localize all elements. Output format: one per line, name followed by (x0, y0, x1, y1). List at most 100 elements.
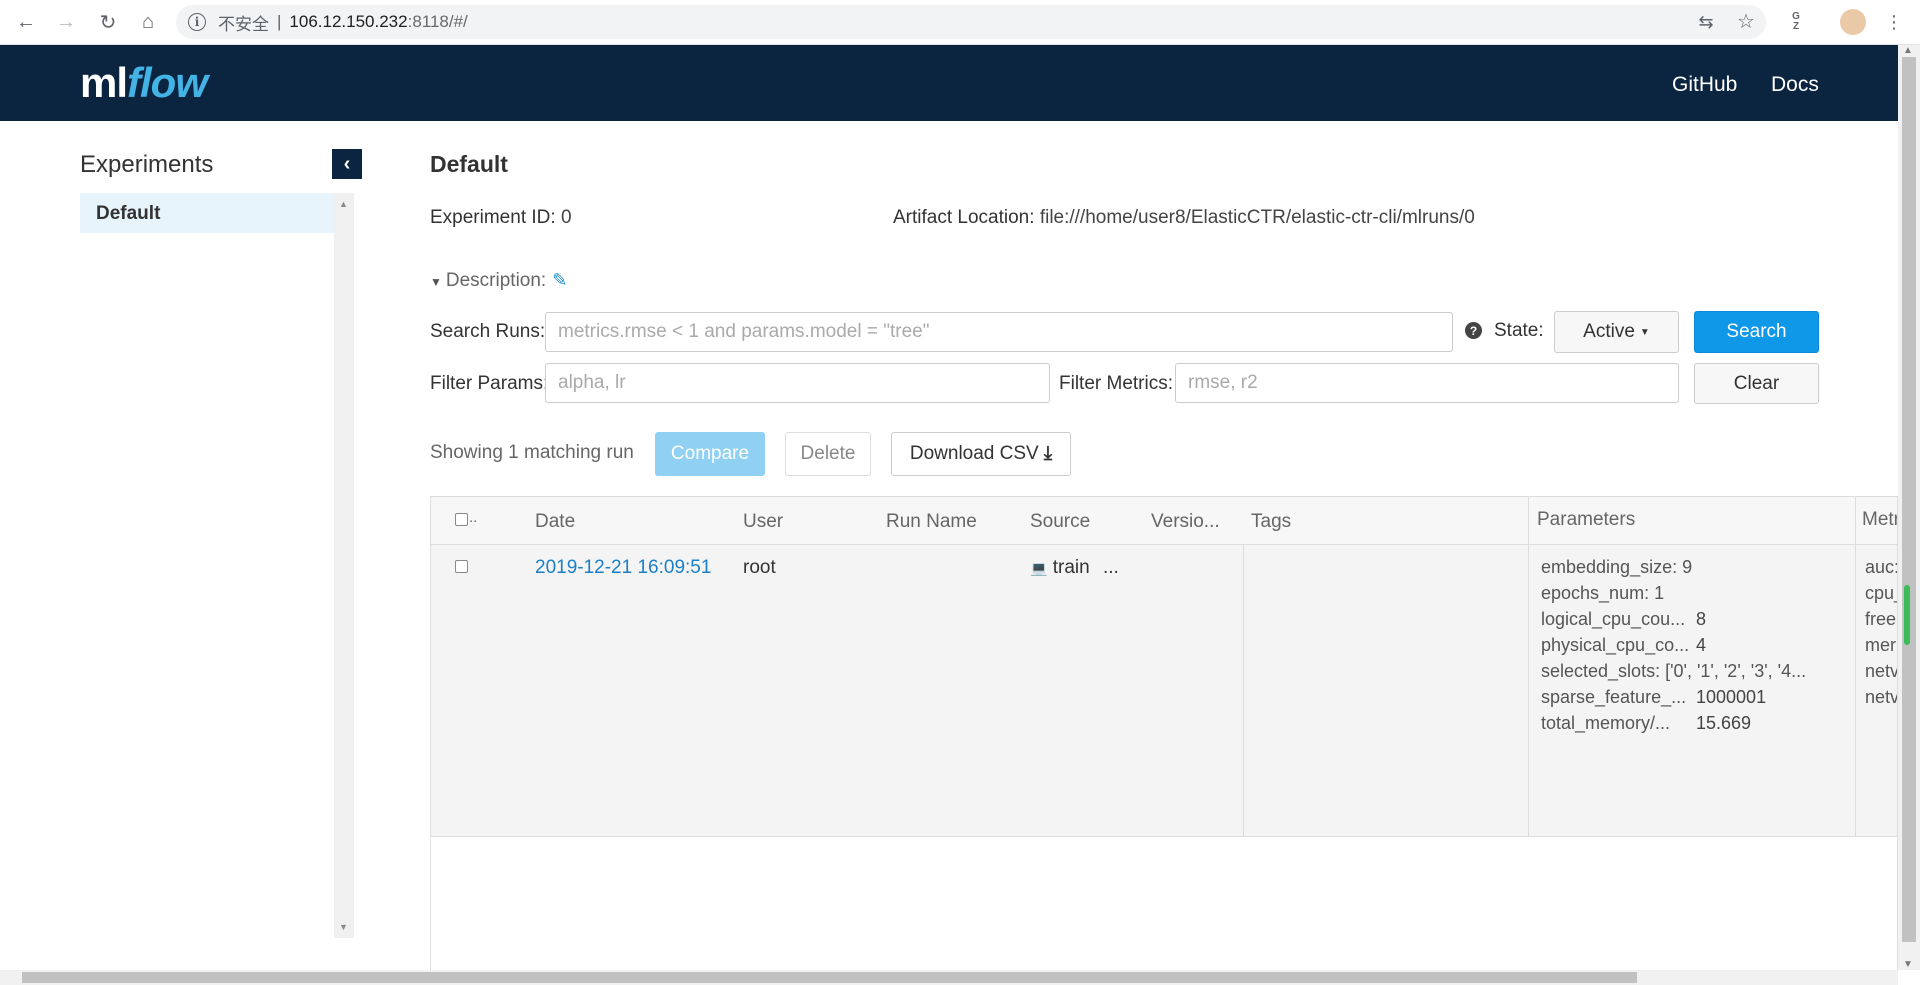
artifact-location-label: Artifact Location: (893, 207, 1035, 228)
param-row: physical_cpu_co... 4 (1541, 632, 1806, 658)
description-toggle[interactable]: ▼ Description: ✎ (430, 270, 567, 292)
state-dropdown[interactable]: Active ▼ (1554, 311, 1679, 353)
mlflow-logo[interactable]: mlflow (80, 59, 208, 107)
param-key: physical_cpu_co... (1541, 635, 1690, 655)
delete-button[interactable]: Delete (785, 432, 871, 476)
run-source[interactable]: 💻 train ... (1030, 557, 1119, 579)
github-link[interactable]: GitHub (1672, 73, 1737, 97)
horizontal-scroll-thumb[interactable] (22, 972, 1637, 983)
run-source-more: ... (1102, 557, 1119, 578)
param-key: total_memory/... (1541, 713, 1671, 733)
star-icon[interactable]: ☆ (1734, 9, 1758, 33)
header-divider (1528, 497, 1529, 545)
collapse-sidebar-button[interactable]: ‹ (332, 149, 362, 179)
gitzip-extension-icon[interactable]: GZ (1784, 10, 1808, 34)
param-value: 1000001 (1696, 687, 1767, 707)
metric-row: cpu_ (1865, 583, 1897, 603)
search-runs-input[interactable]: metrics.rmse < 1 and params.model = "tre… (545, 312, 1453, 352)
select-header-label: .. (469, 509, 478, 526)
menu-dots-icon[interactable]: ⋮ (1882, 10, 1906, 34)
header-tags: Tags (1251, 511, 1292, 532)
search-button[interactable]: Search (1694, 311, 1819, 353)
column-divider (1528, 545, 1529, 837)
run-date-link[interactable]: 2019-12-21 16:09:51 (535, 557, 711, 579)
experiment-id: Experiment ID: 0 (430, 207, 572, 229)
download-icon: ⤓ (1043, 443, 1053, 464)
forward-icon[interactable]: → (54, 10, 78, 34)
caret-down-icon: ▼ (1639, 326, 1650, 338)
experiment-title: Default (430, 151, 508, 177)
header-metrics: Metri (1862, 509, 1897, 530)
scroll-up-arrow-icon[interactable]: ▲ (1903, 45, 1913, 56)
param-value: 4 (1696, 635, 1707, 655)
vertical-scroll-thumb[interactable] (1902, 57, 1916, 942)
profile-avatar-icon[interactable] (1840, 9, 1866, 35)
filter-params-input[interactable]: alpha, lr (545, 363, 1050, 403)
filter-params-label: Filter Params: (430, 373, 549, 394)
state-label: State: (1494, 320, 1544, 341)
param-row: epochs_num: 1 (1541, 580, 1806, 606)
experiment-id-label: Experiment ID: (430, 207, 556, 228)
docs-link[interactable]: Docs (1771, 73, 1819, 97)
param-value: 8 (1696, 609, 1707, 629)
description-label: Description: (445, 270, 547, 291)
row-select-checkbox[interactable] (455, 560, 468, 573)
scroll-up-arrow-icon[interactable]: ▲ (339, 199, 348, 209)
run-metrics: auc: cpu_ free mer netv netv (1865, 554, 1898, 710)
artifact-location: Artifact Location: file:///home/user8/El… (893, 207, 1475, 229)
browser-toolbar: ← → ↻ ⌂ i 不安全 | 106.12.150.232 :8118/#/ … (0, 0, 1920, 45)
translate-icon[interactable]: ⇆ (1694, 10, 1718, 34)
back-icon[interactable]: ← (14, 10, 38, 34)
laptop-icon: 💻 (1030, 560, 1048, 576)
info-icon[interactable]: i (188, 13, 206, 31)
edit-icon[interactable]: ✎ (552, 270, 567, 290)
sidebar-scrollbar[interactable]: ▲ ▼ (334, 193, 354, 938)
logo-flow: flow (127, 59, 208, 106)
sidebar-item-default[interactable]: Default (80, 193, 334, 233)
header-run-name[interactable]: Run Name (886, 511, 977, 533)
scroll-indicator (1904, 585, 1910, 645)
metric-row: free (1865, 609, 1897, 629)
table-header: .. Date User Run Name Source Versio... T… (431, 497, 1897, 545)
help-icon[interactable]: ? (1465, 322, 1482, 339)
artifact-location-value: file:///home/user8/ElasticCTR/elastic-ct… (1039, 207, 1475, 228)
header-source[interactable]: Source (1030, 511, 1090, 533)
filter-metrics-label: Filter Metrics: (1059, 373, 1173, 394)
param-row: logical_cpu_cou... 8 (1541, 606, 1806, 632)
address-separator: | (277, 12, 282, 31)
metric-row: auc: (1865, 557, 1898, 577)
experiments-title: Experiments (80, 151, 214, 178)
compare-button[interactable]: Compare (655, 432, 765, 476)
matching-runs-count: Showing 1 matching run (430, 442, 634, 463)
page-vertical-scrollbar[interactable]: ▲ ▼ (1898, 45, 1920, 970)
param-key: logical_cpu_cou... (1541, 609, 1686, 629)
scroll-down-arrow-icon[interactable]: ▼ (339, 922, 348, 932)
param-key: selected_slots: (1541, 661, 1661, 681)
logo-ml: ml (80, 59, 128, 106)
experiment-list: Default (80, 193, 334, 938)
scroll-down-arrow-icon[interactable]: ▼ (1903, 959, 1913, 970)
param-row: selected_slots: ['0', '1', '2', '3', '4.… (1541, 658, 1806, 684)
home-icon[interactable]: ⌂ (136, 10, 160, 34)
reload-icon[interactable]: ↻ (96, 10, 120, 34)
metric-row: mer (1865, 635, 1896, 655)
param-row: total_memory/... 15.669 (1541, 710, 1806, 736)
address-bar[interactable]: i 不安全 | 106.12.150.232 :8118/#/ (176, 5, 1766, 39)
header-date[interactable]: Date (535, 511, 575, 533)
header-version[interactable]: Versio... (1151, 511, 1220, 533)
clear-button[interactable]: Clear (1694, 363, 1819, 404)
page-horizontal-scrollbar[interactable] (0, 970, 1898, 985)
run-user: root (743, 557, 776, 578)
header-user[interactable]: User (743, 511, 783, 533)
caret-down-icon: ▼ (430, 275, 442, 289)
filter-metrics-input[interactable]: rmse, r2 (1175, 363, 1679, 403)
header-divider (1855, 497, 1856, 545)
metric-row: netv (1865, 687, 1898, 707)
search-runs-label: Search Runs: (430, 321, 546, 342)
insecure-label: 不安全 (218, 14, 269, 34)
column-divider (1243, 545, 1244, 837)
metric-row: netv (1865, 661, 1898, 681)
select-all-checkbox[interactable] (455, 513, 468, 526)
download-csv-button[interactable]: Download CSV ⤓ (891, 432, 1071, 476)
param-value: ['0', '1', '2', '3', '4... (1665, 661, 1807, 681)
